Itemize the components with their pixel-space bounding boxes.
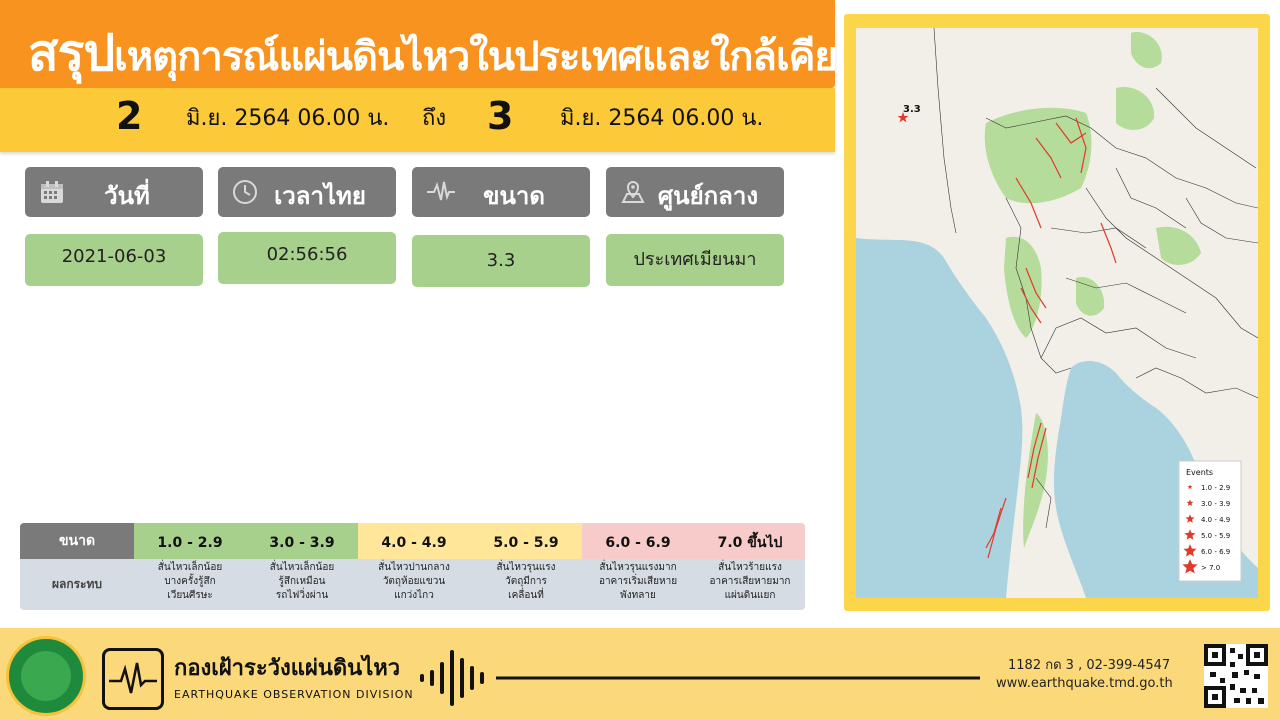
header-time-label: เวลาไทย — [274, 182, 366, 210]
scale-effect-line: วัตถุห้อยแขวน — [382, 576, 446, 587]
scale-effect-line: สั่นไหวรุนแรงมาก — [599, 562, 677, 573]
legend-item-label: > 7.0 — [1201, 564, 1220, 572]
seismograph-icon — [109, 662, 157, 694]
scale-effect-line: เคลื่อนที่ — [508, 590, 544, 601]
event-magnitude: 3.3 — [412, 235, 590, 287]
contact-phone: 1182 กด 3 , 02-399-4547 — [1008, 658, 1171, 673]
map-frame: 3.3 Events 1.0 - 2.9 3.0 - 3.9 4.0 - 4.9 5.… — [844, 14, 1270, 611]
event-epicenter: ประเทศเมียนมา — [606, 234, 784, 286]
header-date-label: วันที่ — [104, 182, 150, 210]
contact-website[interactable]: www.earthquake.tmd.go.th — [996, 676, 1173, 691]
scale-effect-5: สั่นไหวร้ายแรงอาคารเสียหายมากแผ่นดินแยก — [694, 561, 805, 609]
division-name-english: EARTHQUAKE OBSERVATION DIVISION — [174, 688, 414, 701]
header-date: วันที่ — [25, 167, 203, 217]
scale-effect-line: สั่นไหวร้ายแรง — [718, 562, 782, 573]
scale-effect-line: บางครั้งรู้สึก — [164, 576, 216, 587]
division-name-thai: กองเฝ้าระวังแผ่นดินไหว — [174, 656, 401, 681]
scale-effect-line: รถไฟวิ่งผ่าน — [275, 590, 329, 601]
start-date-text: มิ.ย. 2564 06.00 น. — [186, 106, 390, 131]
map-event-label: 3.3 — [903, 104, 921, 115]
period-bar: 2 มิ.ย. 2564 06.00 น. ถึง 3 มิ.ย. 2564 0… — [0, 88, 835, 152]
scale-effect-label: ผลกระทบ — [51, 577, 103, 591]
scale-effect-line: สั่นไหวเล็กน้อย — [157, 562, 223, 573]
scale-range-5: 7.0 ขึ้นไป — [694, 523, 805, 559]
scale-effect-3: สั่นไหวรุนแรงวัตถุมีการเคลื่อนที่ — [470, 561, 582, 609]
scale-effect-line: สั่นไหวปานกลาง — [378, 562, 450, 573]
qr-code[interactable] — [1204, 644, 1268, 708]
qr-code-icon — [1204, 644, 1268, 708]
scale-range-2: 4.0 - 4.9 — [358, 523, 470, 559]
scale-effect-4: สั่นไหวรุนแรงมากอาคารเริ่มเสียหายพังทลาย — [582, 561, 694, 609]
end-date-text: มิ.ย. 2564 06.00 น. — [560, 106, 764, 131]
event-map[interactable]: 3.3 Events 1.0 - 2.9 3.0 - 3.9 4.0 - 4.9 5.… — [856, 28, 1258, 598]
earthquake-summary-page: สรุปเหตุการณ์แผ่นดินไหวในประเทศและใกล้เค… — [0, 0, 1280, 720]
header-time: เวลาไทย — [218, 167, 396, 217]
magnitude-scale-table: ขนาด ผลกระทบ 1.0 - 2.9 สั่นไหวเล็กน้อย บาง… — [20, 523, 805, 610]
scale-effect-line: วัตถุมีการ — [505, 576, 547, 587]
footer: กองเฝ้าระวังแผ่นดินไหว EARTHQUAKE OBSERV… — [0, 628, 1280, 720]
scale-range-3: 5.0 - 5.9 — [470, 523, 582, 559]
scale-effect-line: เวียนศีรษะ — [167, 590, 213, 601]
start-day: 2 — [116, 94, 143, 138]
legend-item-label: 3.0 - 3.9 — [1201, 500, 1230, 508]
scale-effect-2: สั่นไหวปานกลางวัตถุห้อยแขวนแกว่งไกว — [358, 561, 470, 609]
scale-effect-line: สั่นไหวเล็กน้อย — [269, 562, 335, 573]
division-logo — [102, 648, 164, 710]
period-to: ถึง — [422, 106, 447, 131]
scale-effect-1: สั่นไหวเล็กน้อยรู้สึกเหมือนรถไฟวิ่งผ่าน — [246, 561, 358, 609]
event-date: 2021-06-03 — [25, 234, 203, 286]
scale-effect-line: แกว่งไกว — [394, 590, 434, 601]
scale-range-0: 1.0 - 2.9 — [134, 523, 246, 559]
scale-range-4: 6.0 - 6.9 — [582, 523, 694, 559]
seal-inner — [21, 651, 71, 701]
event-time: 02:56:56 — [218, 232, 396, 284]
legend-item-label: 5.0 - 5.9 — [1201, 532, 1230, 540]
header-epicenter-label: ศูนย์กลาง — [657, 182, 759, 210]
scale-effect-line: สั่นไหวรุนแรง — [496, 562, 556, 573]
header-epicenter: ศูนย์กลาง — [606, 167, 784, 217]
scale-effect-line: อาคารเสียหายมาก — [709, 576, 791, 587]
title-rest: เหตุการณ์แผ่นดินไหวในประเทศและใกล้เคียง — [114, 34, 856, 80]
header-magnitude-label: ขนาด — [483, 182, 545, 210]
scale-effect-line: แผ่นดินแยก — [724, 590, 776, 601]
page-title: สรุปเหตุการณ์แผ่นดินไหวในประเทศและใกล้เค… — [28, 14, 856, 93]
end-day: 3 — [487, 94, 514, 138]
map-legend: Events 1.0 - 2.9 3.0 - 3.9 4.0 - 4.9 5.0 - … — [1178, 460, 1242, 582]
legend-item-label: 6.0 - 6.9 — [1201, 548, 1230, 556]
map-svg: 3.3 Events 1.0 - 2.9 3.0 - 3.9 4.0 - 4.9 5.… — [856, 28, 1258, 598]
map-legend-title: Events — [1186, 468, 1213, 477]
header-magnitude: ขนาด — [412, 167, 590, 217]
waveform-divider — [420, 650, 980, 706]
scale-magnitude-label: ขนาด — [20, 523, 134, 559]
scale-effect-line: รู้สึกเหมือน — [278, 576, 326, 587]
scale-effect-0: สั่นไหวเล็กน้อยบางครั้งรู้สึกเวียนศีรษะ — [134, 561, 246, 609]
scale-effect-line: อาคารเริ่มเสียหาย — [598, 576, 678, 587]
title-first-word: สรุป — [28, 24, 115, 82]
legend-item-label: 1.0 - 2.9 — [1201, 484, 1230, 492]
tmd-seal-logo — [6, 636, 86, 716]
legend-item-label: 4.0 - 4.9 — [1201, 516, 1230, 524]
title-banner: สรุปเหตุการณ์แผ่นดินไหวในประเทศและใกล้เค… — [0, 0, 856, 88]
scale-effect-line: พังทลาย — [620, 590, 656, 601]
scale-range-1: 3.0 - 3.9 — [246, 523, 358, 559]
